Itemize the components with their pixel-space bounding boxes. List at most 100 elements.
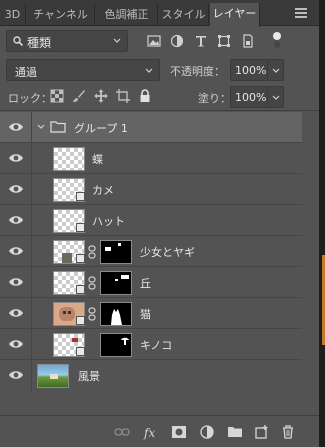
opacity-input[interactable]: 100% <box>230 59 268 81</box>
fill-label: 塗り： <box>198 92 231 105</box>
smart-object-icon <box>76 254 85 263</box>
visibility-toggle[interactable] <box>0 205 32 236</box>
mask-icon[interactable] <box>171 424 187 440</box>
layer-name: キノコ <box>140 339 173 352</box>
layer-mask-thumbnail[interactable] <box>100 302 132 326</box>
tab-channels[interactable]: チャンネル <box>27 4 95 26</box>
type-filter-icon[interactable] <box>193 33 209 49</box>
chevron-down-icon[interactable] <box>37 123 45 131</box>
chevron-down-icon <box>272 68 280 73</box>
chevron-down-icon <box>113 38 121 43</box>
layer-mask-thumbnail[interactable] <box>100 271 132 295</box>
pixel-filter-icon[interactable] <box>146 33 162 49</box>
layers-footer-toolbar: fx <box>0 415 319 447</box>
layer-thumbnail <box>53 209 85 233</box>
mask-link-icon[interactable] <box>88 245 96 259</box>
layer-name: 少女とヤギ <box>140 246 195 259</box>
tab-adjustments[interactable]: 色調補正 <box>96 4 158 26</box>
svg-text:fx: fx <box>143 426 155 440</box>
visibility-toggle[interactable] <box>0 298 32 329</box>
layer-row[interactable]: 蝶 <box>0 143 302 174</box>
layer-mask-thumbnail[interactable] <box>100 333 132 357</box>
lock-all-icon[interactable] <box>138 89 152 103</box>
fill-input[interactable]: 100% <box>230 86 268 108</box>
adjustment-icon[interactable] <box>199 424 215 440</box>
tab-3d[interactable]: 3D <box>0 4 26 26</box>
layer-thumbnail <box>53 240 85 264</box>
fx-icon[interactable]: fx <box>143 424 159 440</box>
panel-tab-bar: 3D チャンネル 色調補正 スタイル レイヤー <box>0 0 319 27</box>
tab-styles[interactable]: スタイル <box>159 4 209 26</box>
layer-row-group-1[interactable]: グループ 1 <box>0 112 302 143</box>
layer-name: 蝶 <box>92 153 103 166</box>
new-layer-icon[interactable] <box>254 424 270 440</box>
divider <box>0 110 319 111</box>
filter-toggle-switch[interactable] <box>272 31 282 49</box>
layer-thumbnail <box>53 178 85 202</box>
layers-list: グループ 1 蝶 カメ ハット 少女とヤギ 丘 猫 キノコ 風景 <box>0 112 302 414</box>
eye-icon <box>9 340 23 348</box>
layer-name: グループ 1 <box>74 122 128 135</box>
visibility-toggle[interactable] <box>0 329 32 360</box>
lock-transparency-icon[interactable] <box>50 89 64 103</box>
lock-pixels-brush-icon[interactable] <box>72 89 86 103</box>
lock-fill-row: ロック： 塗り： 100% <box>0 86 319 108</box>
mask-link-icon[interactable] <box>88 276 96 290</box>
layer-name: カメ <box>92 184 114 197</box>
tab-layers[interactable]: レイヤー <box>210 3 260 27</box>
eye-icon <box>9 185 23 193</box>
visibility-toggle[interactable] <box>0 236 32 267</box>
panel-menu-icon[interactable] <box>295 8 307 18</box>
smart-object-icon <box>76 347 85 356</box>
adjustment-filter-icon[interactable] <box>169 33 185 49</box>
blend-mode-value: 通過 <box>15 66 37 79</box>
layer-row[interactable]: カメ <box>0 174 302 205</box>
fill-dropdown[interactable] <box>268 86 284 108</box>
trash-icon[interactable] <box>280 424 296 440</box>
layer-thumbnail <box>37 364 69 388</box>
blend-mode-select[interactable]: 通過 <box>6 59 160 81</box>
layers-scrollbar[interactable] <box>302 112 319 414</box>
shape-filter-icon[interactable] <box>216 33 232 49</box>
layers-panel: 3D チャンネル 色調補正 スタイル レイヤー 種類 通過 不透明度： 100%… <box>0 0 325 447</box>
folder-icon[interactable] <box>227 424 243 440</box>
chevron-down-icon <box>272 95 280 100</box>
folder-icon <box>50 121 66 133</box>
mask-link-icon[interactable] <box>88 307 96 321</box>
layer-thumbnail <box>53 147 85 171</box>
eye-icon <box>9 216 23 224</box>
opacity-dropdown[interactable] <box>268 59 284 81</box>
layer-name: 風景 <box>78 370 100 383</box>
lock-position-move-icon[interactable] <box>94 89 108 103</box>
layer-thumbnail <box>53 271 85 295</box>
chevron-down-icon <box>145 68 153 73</box>
eye-icon <box>9 123 23 131</box>
layer-row[interactable]: 風景 <box>0 360 302 391</box>
layer-row[interactable]: ハット <box>0 205 302 236</box>
layer-row[interactable]: 少女とヤギ <box>0 236 302 267</box>
eye-icon <box>9 154 23 162</box>
smart-object-filter-icon[interactable] <box>240 33 256 49</box>
eye-icon <box>9 371 23 379</box>
layer-row[interactable]: 猫 <box>0 298 302 329</box>
layer-name: 丘 <box>140 277 151 290</box>
layer-row[interactable]: 丘 <box>0 267 302 298</box>
eye-icon <box>9 278 23 286</box>
filter-kind-label: 種類 <box>27 36 52 50</box>
layer-row[interactable]: キノコ <box>0 329 302 360</box>
smart-object-icon <box>76 192 85 201</box>
visibility-toggle[interactable] <box>0 267 32 298</box>
visibility-toggle[interactable] <box>0 360 32 391</box>
lock-artboard-crop-icon[interactable] <box>116 89 130 103</box>
smart-object-icon <box>76 316 85 325</box>
visibility-toggle[interactable] <box>0 174 32 205</box>
layer-mask-thumbnail[interactable] <box>100 240 132 264</box>
filter-kind-select[interactable]: 種類 <box>6 30 128 52</box>
link-icon[interactable] <box>114 424 130 440</box>
layer-thumbnail <box>53 333 85 357</box>
visibility-toggle[interactable] <box>0 143 32 174</box>
blend-opacity-row: 通過 不透明度： 100% <box>0 57 319 83</box>
eye-icon <box>9 247 23 255</box>
smart-object-icon <box>76 285 85 294</box>
visibility-toggle[interactable] <box>0 112 32 143</box>
